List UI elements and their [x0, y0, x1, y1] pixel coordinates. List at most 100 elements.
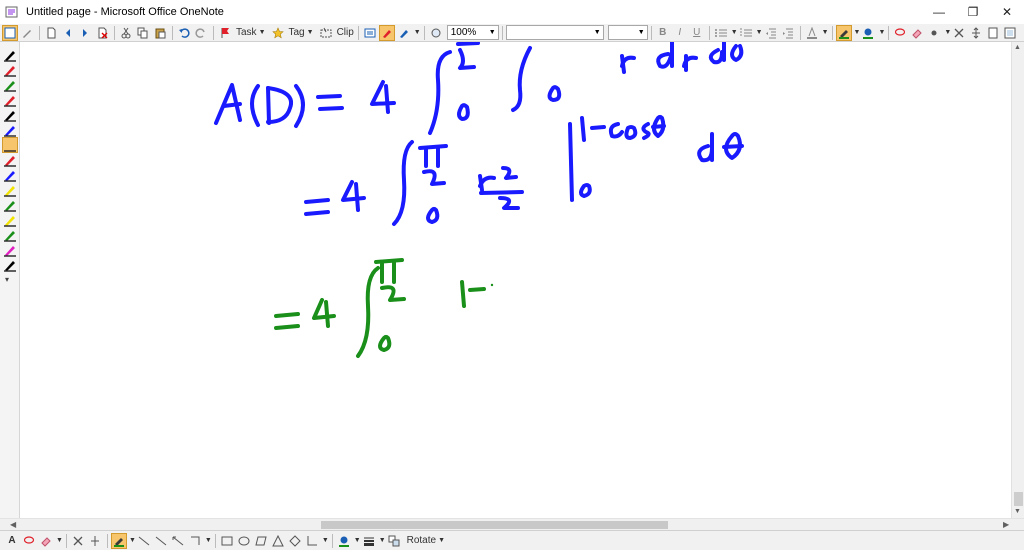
restore-button[interactable]: ❐	[956, 0, 990, 24]
green-ink-strokes[interactable]	[274, 258, 494, 358]
pen-swatch-icon[interactable]	[3, 63, 17, 77]
pen-swatch-icon[interactable]	[3, 123, 17, 137]
coordinate-axes-icon[interactable]	[304, 533, 320, 549]
task-button[interactable]: Task	[236, 25, 257, 41]
tag-dropdown-arrow[interactable]: ▼	[307, 29, 314, 36]
horizontal-scrollbar[interactable]: ◀ ▶	[0, 518, 1024, 530]
eraser-dropdown-arrow[interactable]: ▼	[944, 29, 951, 36]
shape-color-icon[interactable]	[336, 533, 352, 549]
pen-swatch-icon[interactable]	[3, 243, 17, 257]
pen-swatch-icon[interactable]	[3, 183, 17, 197]
pen-color-dropdown-arrow[interactable]: ▼	[878, 29, 885, 36]
page-list-icon[interactable]	[362, 25, 378, 41]
page-canvas[interactable]	[21, 42, 1011, 518]
eraser-icon[interactable]	[909, 25, 925, 41]
delete-ink-icon[interactable]	[951, 25, 967, 41]
horizontal-scroll-thumb[interactable]	[321, 521, 668, 529]
delete-page-icon[interactable]	[94, 25, 110, 41]
task-flag-icon[interactable]	[217, 25, 233, 41]
back-icon[interactable]	[60, 25, 76, 41]
zoom-dropdown-arrow[interactable]: ▼	[489, 29, 496, 36]
blue-ink-strokes[interactable]	[214, 42, 744, 226]
diamond-tool-icon[interactable]	[287, 533, 303, 549]
numbering-dropdown-arrow[interactable]: ▼	[756, 29, 763, 36]
shape-color-dropdown-arrow[interactable]: ▼	[354, 537, 361, 544]
cut-icon[interactable]	[118, 25, 134, 41]
pen-dropdown-arrow[interactable]: ▼	[414, 29, 421, 36]
rotate-button[interactable]: Rotate	[407, 533, 436, 549]
pen-tool-icon[interactable]	[378, 24, 395, 41]
screen-clip-icon[interactable]	[318, 25, 334, 41]
line-weight-icon[interactable]	[361, 533, 377, 549]
arrow-line-tool-icon[interactable]	[153, 533, 169, 549]
italic-button[interactable]: I	[672, 25, 688, 41]
eraser-tool-icon[interactable]	[38, 533, 54, 549]
font-color-dropdown-arrow[interactable]: ▼	[822, 29, 829, 36]
scroll-right-icon[interactable]: ▶	[1003, 520, 1009, 529]
bold-button[interactable]: B	[655, 25, 671, 41]
scroll-left-icon[interactable]: ◀	[10, 520, 16, 529]
eraser-pen-icon[interactable]	[396, 25, 412, 41]
task-dropdown-arrow[interactable]: ▼	[259, 29, 266, 36]
decrease-indent-icon[interactable]	[763, 25, 779, 41]
insert-space-tool-icon[interactable]	[87, 533, 103, 549]
pen-swatch-icon[interactable]	[3, 228, 17, 242]
connector-dropdown-arrow[interactable]: ▼	[205, 537, 212, 544]
fit-page-icon[interactable]	[1002, 25, 1018, 41]
scroll-up-icon[interactable]: ▲	[1014, 44, 1021, 51]
font-color-icon[interactable]	[804, 25, 820, 41]
vertical-scrollbar[interactable]: ▲ ▼	[1011, 42, 1024, 518]
pen-swatch-icon[interactable]	[3, 153, 17, 167]
pen-swatch-icon[interactable]	[2, 137, 18, 153]
vertical-scroll-thumb[interactable]	[1014, 492, 1023, 506]
font-name-field[interactable]: ▼	[505, 25, 604, 40]
pen-select-icon[interactable]	[110, 532, 127, 549]
paste-icon[interactable]	[152, 25, 168, 41]
pen-swatch-icon[interactable]	[3, 213, 17, 227]
highlighter-dropdown-arrow[interactable]: ▼	[854, 29, 861, 36]
pen-select-dropdown-arrow[interactable]: ▼	[129, 537, 136, 544]
increase-indent-icon[interactable]	[780, 25, 796, 41]
undo-icon[interactable]	[176, 25, 192, 41]
bullets-dropdown-arrow[interactable]: ▼	[731, 29, 738, 36]
zoom-field[interactable]: 100% ▼	[446, 25, 499, 40]
full-page-view-icon[interactable]	[2, 24, 18, 41]
eraser-mode-icon[interactable]	[926, 25, 942, 41]
elbow-connector-icon[interactable]	[187, 533, 203, 549]
scroll-down-icon[interactable]: ▼	[1014, 508, 1021, 515]
parallelogram-tool-icon[interactable]	[253, 533, 269, 549]
triangle-tool-icon[interactable]	[270, 533, 286, 549]
forward-icon[interactable]	[77, 25, 93, 41]
line-tool-icon[interactable]	[136, 533, 152, 549]
minimize-button[interactable]: —	[922, 0, 956, 24]
zoom-icon[interactable]	[428, 25, 444, 41]
pen-swatch-icon[interactable]	[3, 48, 17, 62]
clip-button[interactable]: Clip	[337, 25, 354, 41]
pen-swatch-icon[interactable]	[3, 258, 17, 272]
page-width-icon[interactable]	[985, 25, 1001, 41]
font-dropdown-arrow[interactable]: ▼	[594, 29, 601, 36]
eraser-tool-dropdown-arrow[interactable]: ▼	[56, 537, 63, 544]
numbering-icon[interactable]	[738, 25, 754, 41]
pen-swatch-icon[interactable]	[3, 78, 17, 92]
more-pens-icon[interactable]: ▾	[5, 275, 9, 284]
ink-layer[interactable]	[21, 42, 1011, 518]
text-mode-icon[interactable]: A	[4, 533, 20, 549]
pen-swatch-icon[interactable]	[3, 93, 17, 107]
delete-icon[interactable]	[70, 533, 86, 549]
pen-swatch-icon[interactable]	[3, 198, 17, 212]
highlighter-icon[interactable]	[835, 24, 852, 41]
rotate-dropdown-arrow[interactable]: ▼	[438, 537, 445, 544]
underline-button[interactable]: U	[689, 25, 705, 41]
pen-swatch-icon[interactable]	[3, 168, 17, 182]
new-page-icon[interactable]	[43, 25, 59, 41]
redo-icon[interactable]	[193, 25, 209, 41]
pen-color-icon[interactable]	[860, 25, 876, 41]
pen-swatch-icon[interactable]	[3, 108, 17, 122]
pen-mode-icon[interactable]	[19, 25, 35, 41]
line-weight-dropdown-arrow[interactable]: ▼	[379, 537, 386, 544]
font-size-field[interactable]: ▼	[607, 25, 648, 40]
onenote-app-icon[interactable]	[4, 4, 20, 20]
axes-dropdown-arrow[interactable]: ▼	[322, 537, 329, 544]
lasso-select-icon[interactable]	[892, 25, 908, 41]
